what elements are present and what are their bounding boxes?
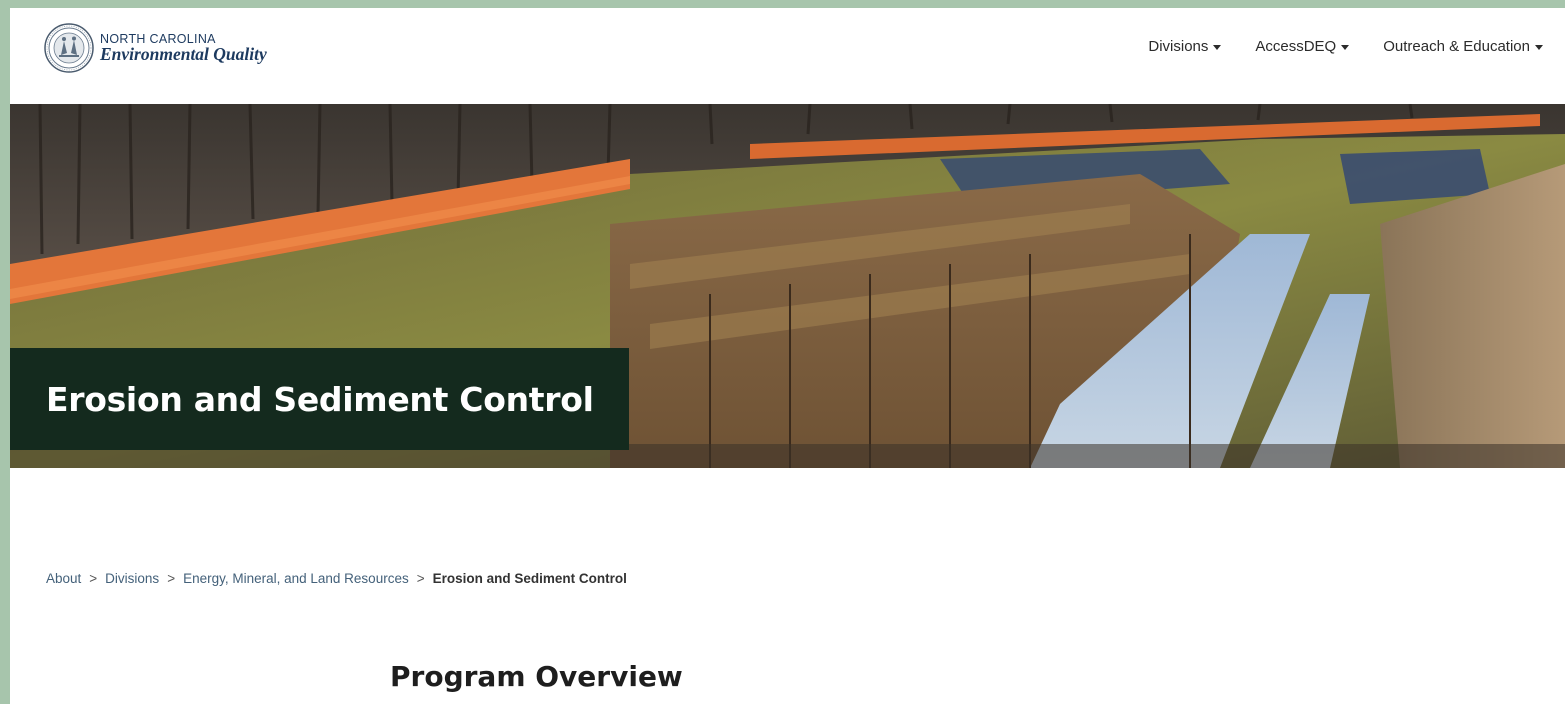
- caret-down-icon: [1213, 45, 1222, 50]
- breadcrumb-separator: >: [416, 571, 425, 586]
- nav-item-label: Divisions: [1148, 38, 1209, 55]
- site-header: NORTH CAROLINA Environmental Quality Div…: [10, 8, 1565, 104]
- nav-item-accessdeq[interactable]: AccessDEQ: [1255, 38, 1350, 55]
- breadcrumb-current: Erosion and Sediment Control: [432, 571, 627, 586]
- logo-text: NORTH CAROLINA Environmental Quality: [100, 32, 267, 64]
- main-nav: Divisions AccessDEQ Outreach & Education: [1148, 38, 1543, 55]
- breadcrumb-separator: >: [167, 571, 176, 586]
- nav-item-outreach-education[interactable]: Outreach & Education: [1383, 38, 1543, 55]
- nav-item-divisions[interactable]: Divisions: [1148, 38, 1222, 55]
- caret-down-icon: [1535, 45, 1543, 50]
- nc-state-seal-icon: [44, 23, 94, 73]
- section-heading-program-overview: Program Overview: [390, 660, 683, 693]
- hero-title-box: Erosion and Sediment Control: [10, 348, 629, 450]
- breadcrumb: About > Divisions > Energy, Mineral, and…: [46, 571, 627, 586]
- nav-item-label: Outreach & Education: [1383, 38, 1530, 55]
- site-logo[interactable]: NORTH CAROLINA Environmental Quality: [44, 23, 267, 73]
- breadcrumb-link-energy-mineral-land[interactable]: Energy, Mineral, and Land Resources: [183, 571, 409, 586]
- hero-banner: Erosion and Sediment Control: [10, 104, 1565, 468]
- logo-line-agency: Environmental Quality: [100, 44, 267, 64]
- nav-item-label: AccessDEQ: [1255, 38, 1337, 55]
- caret-down-icon: [1341, 45, 1350, 50]
- page-title: Erosion and Sediment Control: [46, 379, 594, 419]
- breadcrumb-link-about[interactable]: About: [46, 571, 81, 586]
- breadcrumb-link-divisions[interactable]: Divisions: [105, 571, 159, 586]
- breadcrumb-separator: >: [89, 571, 98, 586]
- page: NORTH CAROLINA Environmental Quality Div…: [10, 8, 1565, 704]
